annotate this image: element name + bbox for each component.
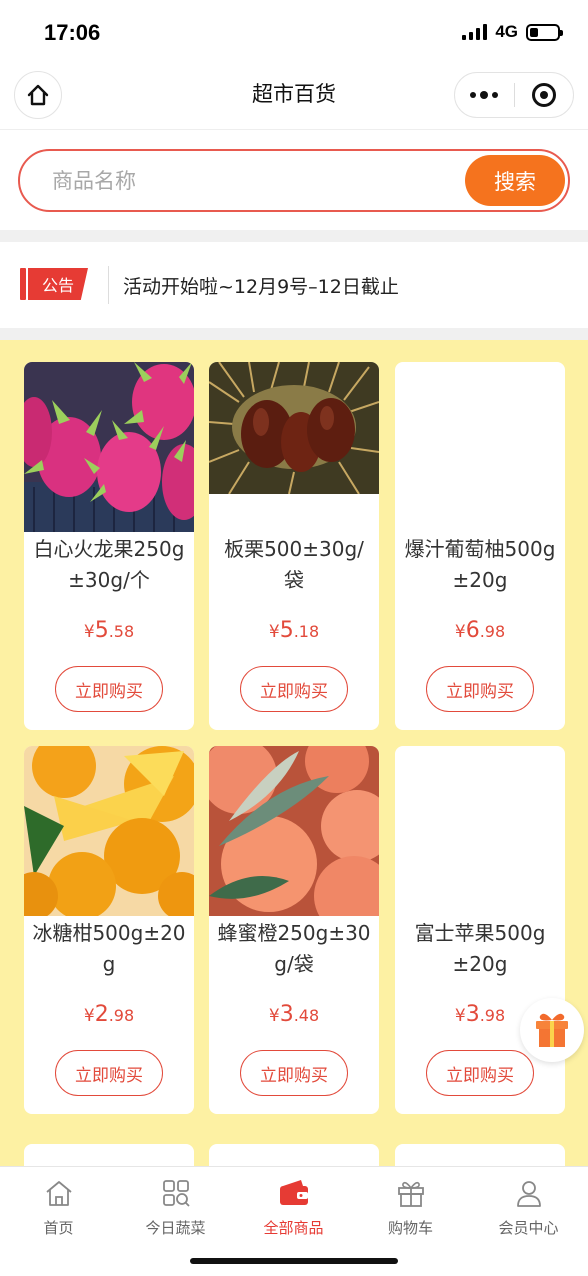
tab-label: 购物车 — [387, 1219, 433, 1237]
product-card[interactable]: 板栗500±30g/袋 ¥5.18 立即购买 — [209, 362, 379, 730]
product-image-placeholder — [395, 746, 565, 916]
product-card[interactable] — [24, 1144, 194, 1166]
product-price: ¥2.98 — [83, 1002, 135, 1027]
product-name: 板栗500±30g/袋 — [224, 537, 364, 592]
buy-now-button[interactable]: 立即购买 — [55, 1050, 163, 1096]
product-image-placeholder — [395, 362, 565, 532]
product-card[interactable] — [209, 1144, 379, 1166]
mini-program-capsule — [454, 72, 574, 118]
status-time: 17:06 — [44, 20, 101, 45]
tab-today-vegetables[interactable]: 今日蔬菜 — [117, 1175, 234, 1245]
home-indicator — [190, 1258, 398, 1264]
chestnut-image — [209, 362, 379, 494]
home-icon — [45, 1181, 72, 1206]
buy-now-button[interactable]: 立即购买 — [426, 666, 534, 712]
product-card[interactable]: 爆汁葡萄柚500g±20g ¥6.98 立即购买 — [395, 362, 565, 730]
tab-all-products[interactable]: 全部商品 — [235, 1175, 352, 1245]
gift-icon — [536, 1013, 568, 1047]
status-bar: 17:06 4G — [0, 0, 588, 62]
close-button[interactable] — [515, 73, 574, 117]
search-button[interactable]: 搜索 — [465, 155, 565, 206]
product-price: ¥5.58 — [83, 618, 135, 643]
honey-orange-image — [209, 746, 379, 916]
nav-header: 超市百货 — [0, 62, 588, 130]
user-icon — [516, 1181, 541, 1207]
target-circle-icon — [531, 83, 556, 107]
search-section: 搜索 — [0, 130, 588, 230]
product-card[interactable]: 蜂蜜橙250g±30g/袋 ¥3.48 立即购买 — [209, 746, 379, 1114]
tab-label: 首页 — [43, 1219, 74, 1237]
product-price: ¥5.18 — [268, 618, 320, 643]
battery-icon — [526, 23, 563, 41]
notice-tag: 公告 — [28, 268, 88, 300]
dragon-fruit-image — [24, 362, 194, 532]
product-price: ¥6.98 — [454, 618, 506, 643]
notice-text: 活动开始啦~12月9号–12日截止 — [123, 276, 399, 298]
product-name: 富士苹果500g±20g — [414, 921, 546, 976]
tab-label: 会员中心 — [498, 1219, 559, 1237]
tab-label: 全部商品 — [263, 1219, 324, 1237]
search-box: 搜索 — [18, 149, 570, 212]
more-button[interactable] — [455, 73, 514, 117]
status-indicators: 4G — [462, 22, 563, 42]
tab-member-center[interactable]: 会员中心 — [470, 1175, 587, 1245]
product-card[interactable]: 冰糖柑500g±20g ¥2.98 立即购买 — [24, 746, 194, 1114]
buy-now-button[interactable]: 立即购买 — [55, 666, 163, 712]
network-type: 4G — [495, 22, 518, 41]
tab-home[interactable]: 首页 — [0, 1175, 117, 1245]
more-dots-icon — [470, 91, 499, 99]
orange-image — [24, 746, 194, 916]
tab-cart[interactable]: 购物车 — [352, 1175, 469, 1245]
product-card[interactable]: 白心火龙果250g±30g/个 ¥5.58 立即购买 — [24, 362, 194, 730]
gift-button[interactable] — [520, 998, 584, 1062]
tab-label: 今日蔬菜 — [145, 1219, 206, 1237]
product-price: ¥3.48 — [268, 1002, 320, 1027]
notice-bar[interactable]: 公告 活动开始啦~12月9号–12日截止 — [0, 242, 588, 328]
product-name: 爆汁葡萄柚500g±20g — [404, 537, 556, 592]
signal-icon — [462, 24, 488, 40]
gift-box-icon — [397, 1181, 424, 1207]
wallet-icon — [279, 1180, 308, 1205]
product-grid: 白心火龙果250g±30g/个 ¥5.58 立即购买 板栗500±30g/袋 ¥… — [0, 340, 588, 1166]
product-name: 冰糖柑500g±20g — [32, 921, 186, 976]
product-card[interactable] — [395, 1144, 565, 1166]
buy-now-button[interactable]: 立即购买 — [426, 1050, 534, 1096]
product-name: 蜂蜜橙250g±30g/袋 — [217, 921, 371, 976]
buy-now-button[interactable]: 立即购买 — [240, 1050, 348, 1096]
product-name: 白心火龙果250g±30g/个 — [33, 537, 185, 592]
buy-now-button[interactable]: 立即购买 — [240, 666, 348, 712]
notice-accent — [20, 268, 26, 300]
grid-search-icon — [162, 1180, 190, 1207]
search-input[interactable] — [52, 151, 442, 210]
